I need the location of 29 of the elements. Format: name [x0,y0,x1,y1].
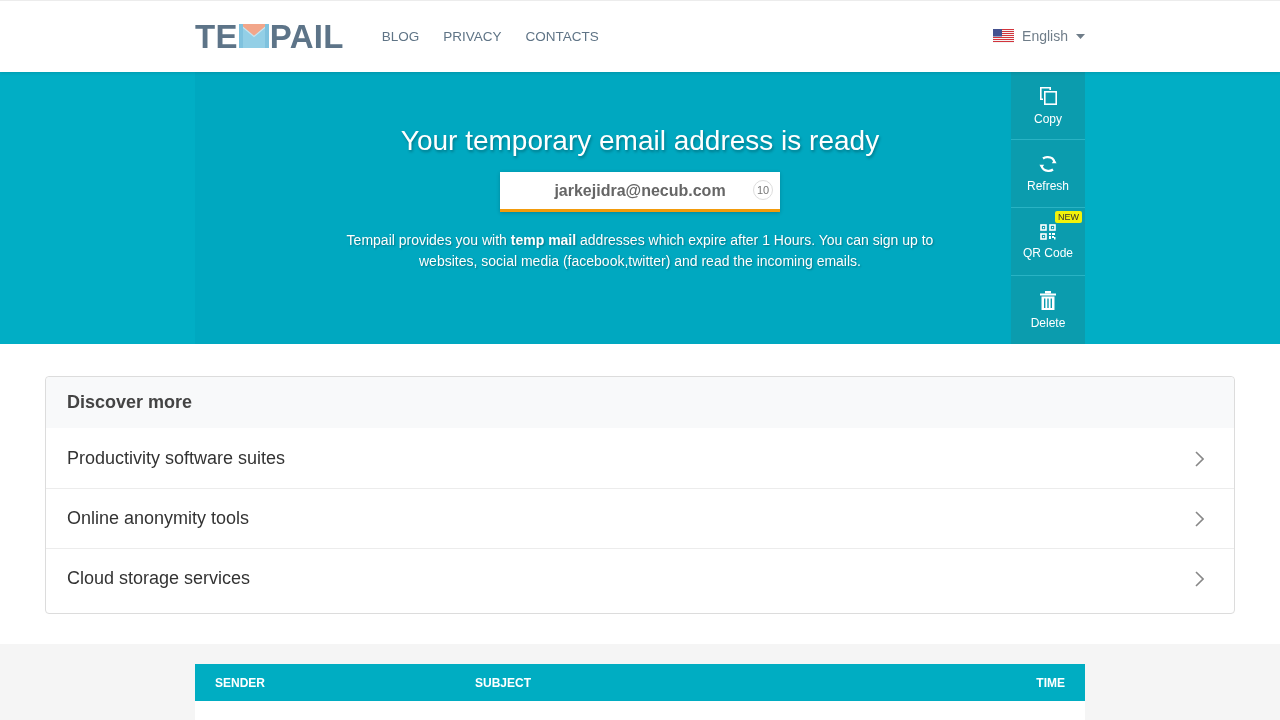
card-title: Discover more [46,377,1234,428]
chevron-right-icon [1195,510,1204,527]
nav-link[interactable]: CONTACTS [525,28,599,44]
hero-title: Your temporary email address is ready [400,124,880,158]
nav-link[interactable]: BLOG [381,28,420,44]
logo-text[interactable]: PAIL [269,19,344,53]
hero-description: Tempail provides you with temp mail addresses which expire after 1 Hours. You can sign up to websites, social media (facebook,twitter) and read the incoming emails. [345,231,935,271]
email-address-field[interactable]: jarkejidra@necub.com 10 [500,172,780,212]
us-flag-icon [993,29,1015,43]
delete-button[interactable]: Delete [1011,276,1085,344]
refresh-icon [1039,154,1057,173]
refresh-button[interactable]: Refresh [1011,140,1085,208]
language-selector[interactable]: English [1022,28,1068,44]
nav-link[interactable]: PRIVACY [443,28,502,44]
discover-link[interactable]: Cloud storage services [46,548,1234,608]
copy-button[interactable]: Copy [1011,72,1085,140]
discover-link[interactable]: Online anonymity tools [46,488,1234,548]
qr-code-icon [1040,223,1056,240]
column-header: SUBJECT [475,675,532,690]
discover-link[interactable]: Productivity software suites [46,428,1234,488]
copy-icon [1038,85,1058,106]
chevron-right-icon [1195,450,1204,467]
trash-icon [1040,290,1056,310]
chevron-right-icon [1195,570,1204,587]
column-header: SENDER [215,675,266,690]
logo-text[interactable]: TE [195,19,238,53]
column-header: TIME [1036,675,1065,690]
caret-icon[interactable] [1076,33,1085,39]
new-tag: NEW [1055,211,1082,223]
